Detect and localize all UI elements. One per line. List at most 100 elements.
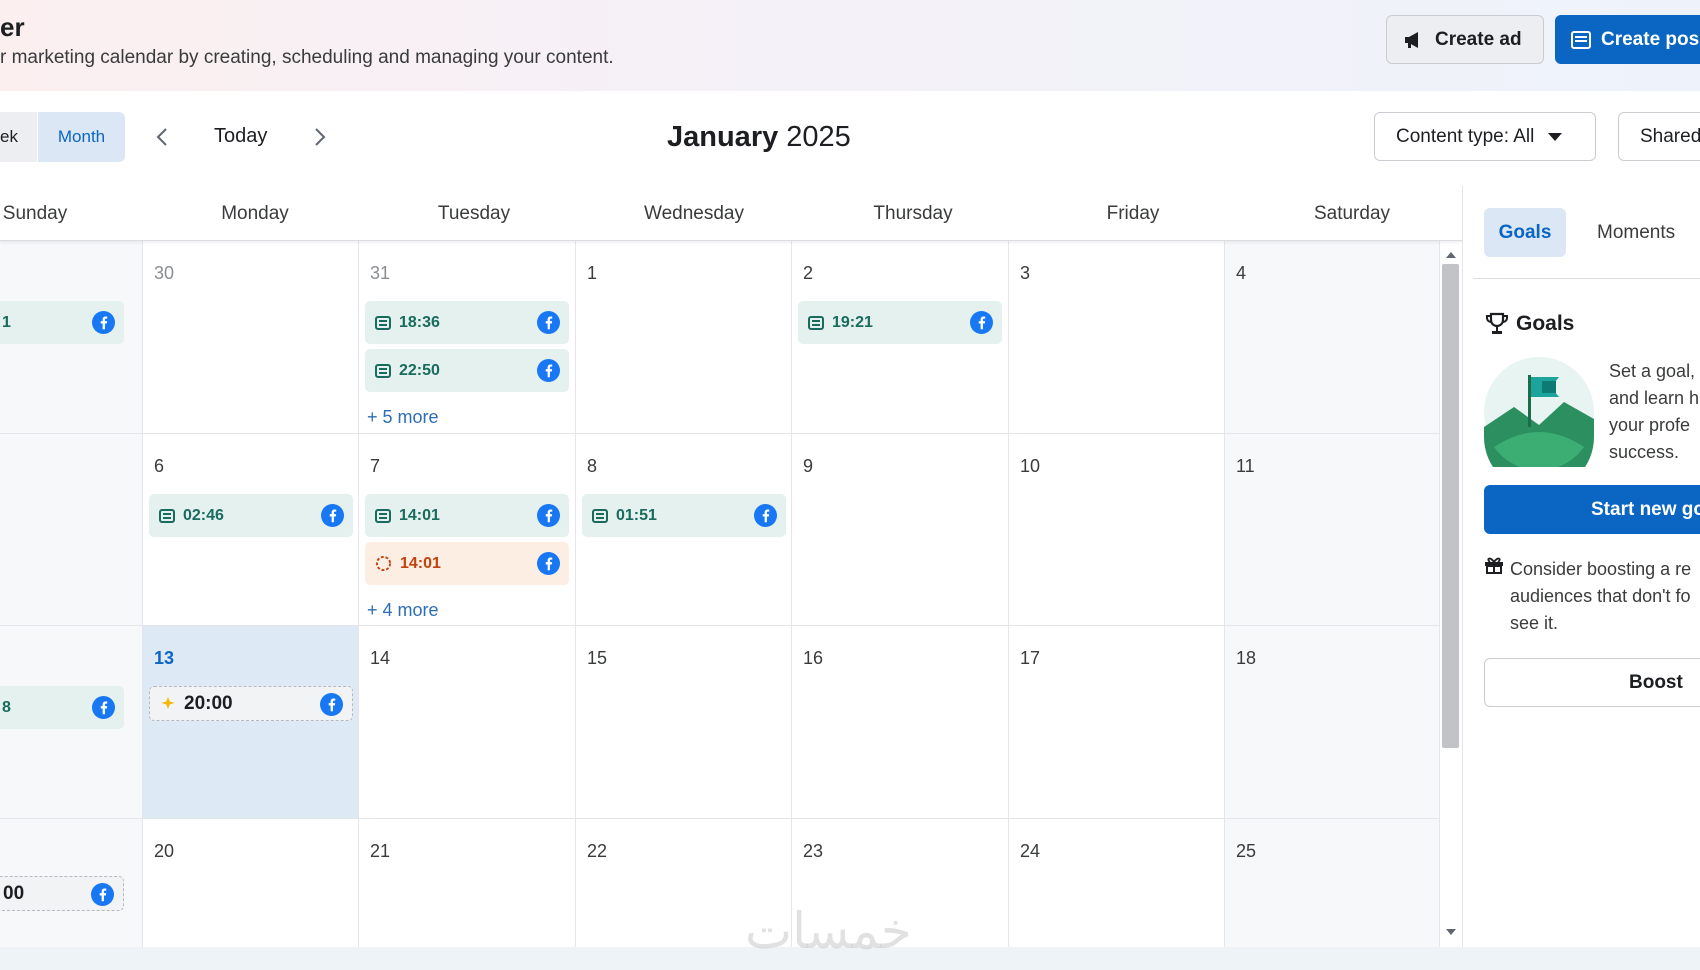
- day-number: 2: [803, 263, 814, 283]
- chevron-left-icon: [156, 128, 167, 146]
- goal-illustration: [1484, 357, 1594, 492]
- day-cell[interactable]: 2 19:21: [792, 241, 1009, 434]
- day-cell-today[interactable]: 13 20:00: [143, 626, 359, 819]
- boost-button[interactable]: Boost: [1484, 658, 1700, 707]
- day-number: 8: [587, 456, 598, 476]
- day-number: 14: [370, 648, 391, 668]
- scheduled-post[interactable]: 8: [0, 686, 124, 729]
- start-new-goal-button[interactable]: Start new go: [1484, 485, 1700, 534]
- day-cell[interactable]: 20: [143, 819, 359, 947]
- day-cell[interactable]: 7 14:01 14:01 + 4 more: [359, 434, 576, 626]
- event-time: 22:50: [399, 361, 440, 379]
- shared-filter-button[interactable]: Shared: [1618, 112, 1700, 161]
- day-number: 23: [803, 841, 824, 861]
- content-type-label: Content type: All: [1396, 125, 1535, 147]
- facebook-icon: [537, 359, 560, 387]
- scroll-down-icon[interactable]: [1446, 929, 1456, 935]
- day-cell[interactable]: 21: [359, 819, 576, 947]
- facebook-icon: [92, 311, 115, 339]
- day-cell[interactable]: 3: [1009, 241, 1225, 434]
- calendar-toolbar: ek Month Today January 2025 Content type…: [0, 91, 1700, 186]
- scroll-thumb[interactable]: [1442, 264, 1459, 748]
- event-time: 01:51: [616, 506, 657, 524]
- month-title: January 2025: [667, 121, 851, 154]
- post-icon: [592, 508, 608, 523]
- content-type-select[interactable]: Content type: All: [1374, 112, 1596, 161]
- scheduled-post[interactable]: 1: [0, 301, 124, 344]
- event-time: 02:46: [183, 506, 224, 524]
- day-cell[interactable]: 00: [0, 819, 143, 947]
- weekday-tuesday: Tuesday: [437, 203, 511, 224]
- facebook-icon: [92, 696, 115, 724]
- day-cell[interactable]: 8: [0, 626, 143, 819]
- chevron-right-icon: [315, 128, 326, 146]
- day-cell[interactable]: 16: [792, 626, 1009, 819]
- scheduled-post[interactable]: 18:36: [365, 301, 569, 344]
- day-cell[interactable]: [0, 434, 143, 626]
- day-cell[interactable]: 25: [1225, 819, 1440, 947]
- day-number: 20: [154, 841, 175, 861]
- day-cell[interactable]: 14: [359, 626, 576, 819]
- event-time: 19:21: [832, 313, 873, 331]
- day-number: 18: [1236, 648, 1257, 668]
- goal-text-line: your profe: [1609, 415, 1691, 435]
- calendar-scrollbar[interactable]: [1440, 244, 1462, 947]
- day-cell[interactable]: 4: [1225, 241, 1440, 434]
- day-cell[interactable]: 11: [1225, 434, 1440, 626]
- create-post-button[interactable]: Create pos: [1555, 15, 1700, 64]
- day-cell[interactable]: 10: [1009, 434, 1225, 626]
- prev-month-button[interactable]: [144, 119, 180, 155]
- post-icon: [375, 315, 391, 330]
- weekday-wednesday: Wednesday: [644, 203, 744, 224]
- scheduled-post[interactable]: 01:51: [582, 494, 786, 537]
- next-month-button[interactable]: [302, 119, 338, 155]
- draft-story[interactable]: 00: [0, 876, 124, 911]
- view-month-button[interactable]: Month: [38, 112, 125, 162]
- weekday-friday: Friday: [1106, 203, 1160, 224]
- scroll-up-icon[interactable]: [1446, 252, 1456, 258]
- day-cell[interactable]: 31 18:36 22:50 + 5 more: [359, 241, 576, 434]
- facebook-icon: [537, 552, 560, 580]
- spinner-icon: [375, 555, 392, 572]
- divider: [1473, 278, 1700, 279]
- day-cell[interactable]: 1: [576, 241, 792, 434]
- post-icon: [375, 363, 391, 378]
- month-name: January: [667, 121, 779, 153]
- tab-moments[interactable]: Moments: [1597, 222, 1675, 244]
- boost-tip-line: see it.: [1510, 613, 1559, 633]
- weekday-saturday: Saturday: [1313, 203, 1391, 224]
- day-cell[interactable]: 9: [792, 434, 1009, 626]
- day-number: 25: [1236, 841, 1257, 861]
- facebook-icon: [91, 883, 114, 912]
- day-cell[interactable]: 1: [0, 241, 143, 434]
- day-cell[interactable]: 8 01:51: [576, 434, 792, 626]
- day-cell[interactable]: 6 02:46: [143, 434, 359, 626]
- create-ad-button[interactable]: Create ad: [1386, 15, 1544, 64]
- view-week-button[interactable]: ek: [0, 112, 37, 162]
- post-icon: [159, 508, 175, 523]
- more-events-link[interactable]: + 5 more: [367, 407, 439, 428]
- today-button[interactable]: Today: [214, 125, 267, 148]
- day-cell[interactable]: 15: [576, 626, 792, 819]
- day-number: 9: [803, 456, 814, 476]
- day-number: 11: [1236, 456, 1255, 476]
- more-events-link[interactable]: + 4 more: [367, 600, 439, 621]
- day-cell[interactable]: 17: [1009, 626, 1225, 819]
- event-time: 20:00: [184, 692, 233, 714]
- failed-post[interactable]: 14:01: [365, 542, 569, 585]
- gift-icon: [1484, 556, 1504, 637]
- day-cell[interactable]: 18: [1225, 626, 1440, 819]
- calendar-grid: 1 30 31 18:36 22:50 + 5 more 1 2 19:21 3…: [0, 241, 1440, 947]
- facebook-icon: [321, 504, 344, 532]
- day-cell[interactable]: 30: [143, 241, 359, 434]
- scheduled-post[interactable]: 19:21: [798, 301, 1002, 344]
- day-number: 30: [154, 263, 175, 283]
- day-number: 22: [587, 841, 608, 861]
- draft-story[interactable]: 20:00: [149, 686, 353, 721]
- scheduled-post[interactable]: 02:46: [149, 494, 353, 537]
- tab-goals[interactable]: Goals: [1484, 208, 1566, 257]
- page-subtitle: r marketing calendar by creating, schedu…: [0, 47, 614, 68]
- scheduled-post[interactable]: 14:01: [365, 494, 569, 537]
- scheduled-post[interactable]: 22:50: [365, 349, 569, 392]
- day-cell[interactable]: 24: [1009, 819, 1225, 947]
